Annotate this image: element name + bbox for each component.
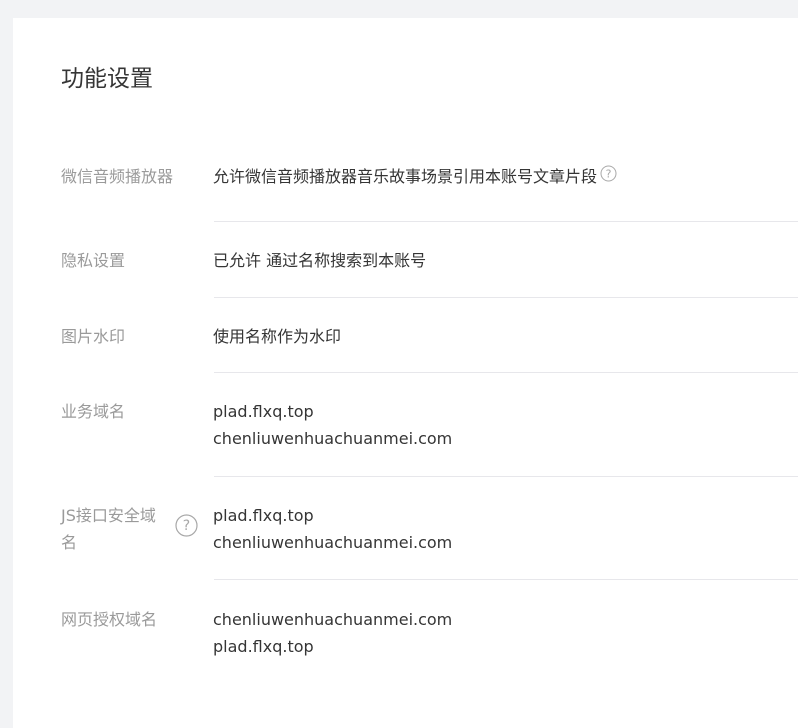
question-circle-icon[interactable]: ? — [600, 163, 617, 190]
setting-value-text: 允许微信音频播放器音乐故事场景引用本账号文章片段 — [213, 167, 598, 186]
domain-item: plad.flxq.top — [213, 506, 314, 525]
settings-list: 微信音频播放器 允许微信音频播放器音乐故事场景引用本账号文章片段? 隐私设置 已… — [13, 156, 798, 696]
setting-label: 微信音频播放器 — [61, 167, 174, 186]
setting-row-business-domain: 业务域名 plad.flxq.top chenliuwenhuachuanmei… — [13, 373, 798, 476]
setting-label-wrap: JS接口安全域名 ? — [13, 502, 213, 556]
setting-value: 允许微信音频播放器音乐故事场景引用本账号文章片段? — [213, 163, 798, 190]
setting-row-audio-player: 微信音频播放器 允许微信音频播放器音乐故事场景引用本账号文章片段? — [13, 156, 798, 221]
setting-value: 使用名称作为水印 — [213, 327, 342, 346]
setting-label: JS接口安全域名 — [61, 506, 156, 552]
svg-text:?: ? — [606, 167, 612, 180]
setting-row-oauth-domain: 网页授权域名 chenliuwenhuachuanmei.com plad.fl… — [13, 580, 798, 696]
domain-item: plad.flxq.top — [213, 402, 314, 421]
setting-row-js-safe-domain: JS接口安全域名 ? plad.flxq.top chenliuwenhuach… — [13, 477, 798, 579]
setting-value: plad.flxq.top chenliuwenhuachuanmei.com — [213, 398, 798, 452]
domain-item: chenliuwenhuachuanmei.com — [213, 429, 453, 448]
settings-card: 功能设置 微信音频播放器 允许微信音频播放器音乐故事场景引用本账号文章片段? 隐… — [13, 18, 798, 728]
domain-item: chenliuwenhuachuanmei.com — [213, 610, 453, 629]
page-title: 功能设置 — [61, 66, 153, 92]
setting-label: 业务域名 — [61, 402, 126, 421]
setting-row-watermark: 图片水印 使用名称作为水印 — [13, 298, 798, 372]
setting-value: chenliuwenhuachuanmei.com plad.flxq.top — [213, 606, 798, 660]
setting-row-privacy: 隐私设置 已允许 通过名称搜索到本账号 — [13, 222, 798, 297]
question-circle-icon[interactable]: ? — [175, 514, 198, 545]
setting-value: 已允许 通过名称搜索到本账号 — [213, 251, 427, 270]
setting-value: plad.flxq.top chenliuwenhuachuanmei.com — [213, 502, 798, 556]
svg-text:?: ? — [183, 518, 190, 534]
domain-item: plad.flxq.top — [213, 637, 314, 656]
setting-label: 图片水印 — [61, 327, 126, 346]
domain-item: chenliuwenhuachuanmei.com — [213, 533, 453, 552]
setting-label: 隐私设置 — [61, 251, 126, 270]
setting-label: 网页授权域名 — [61, 610, 158, 629]
